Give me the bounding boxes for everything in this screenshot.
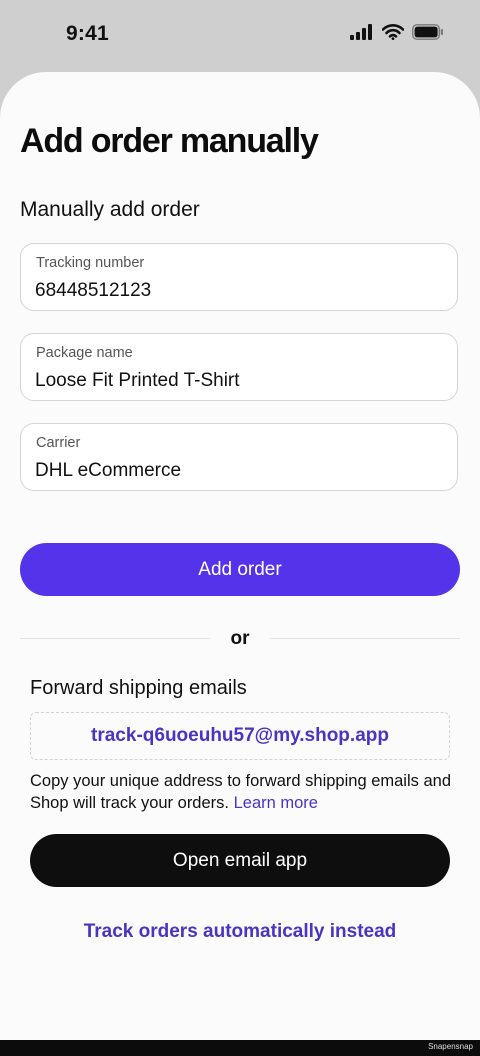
package-name-label: Package name bbox=[36, 345, 133, 361]
footer-bar: Snapensnap bbox=[0, 1040, 480, 1056]
package-name-input[interactable] bbox=[35, 370, 435, 392]
status-icons bbox=[350, 24, 444, 40]
wifi-icon bbox=[382, 24, 404, 40]
page-title: Add order manually bbox=[20, 122, 319, 160]
divider-or-text: or bbox=[230, 628, 250, 649]
carrier-field[interactable]: Carrier bbox=[20, 423, 458, 491]
carrier-input[interactable] bbox=[35, 460, 435, 482]
status-bar: 9:41 bbox=[0, 0, 480, 72]
tracking-number-label: Tracking number bbox=[36, 255, 145, 271]
package-name-field[interactable]: Package name bbox=[20, 333, 458, 401]
add-order-button[interactable]: Add order bbox=[20, 543, 460, 596]
track-automatically-link[interactable]: Track orders automatically instead bbox=[0, 921, 480, 943]
forward-emails-title: Forward shipping emails bbox=[30, 677, 247, 699]
tracking-number-field[interactable]: Tracking number bbox=[20, 243, 458, 311]
open-email-app-button[interactable]: Open email app bbox=[30, 834, 450, 887]
carrier-label: Carrier bbox=[36, 435, 81, 451]
learn-more-link[interactable]: Learn more bbox=[234, 794, 318, 812]
watermark-text: Snapensnap bbox=[428, 1042, 473, 1051]
modal-sheet: Add order manually Manually add order Tr… bbox=[0, 72, 480, 1040]
battery-icon bbox=[412, 24, 443, 40]
forwarding-email-address[interactable]: track-q6uoeuhu57@my.shop.app bbox=[30, 712, 450, 760]
status-time: 9:41 bbox=[66, 22, 109, 45]
tracking-number-input[interactable] bbox=[35, 280, 435, 302]
section-title: Manually add order bbox=[20, 198, 200, 221]
forward-helper-text: Copy your unique address to forward ship… bbox=[30, 770, 455, 814]
cellular-signal-icon bbox=[350, 24, 372, 40]
